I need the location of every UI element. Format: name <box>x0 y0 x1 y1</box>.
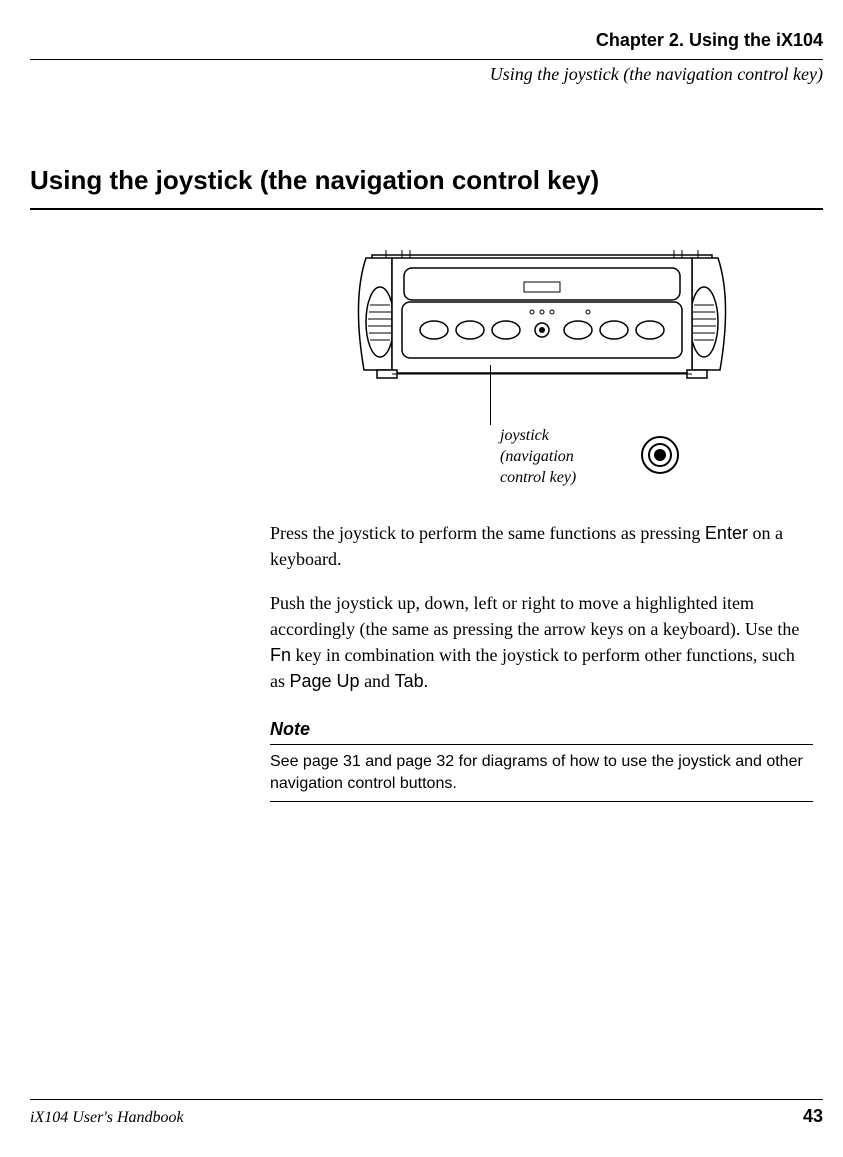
note-rule-top <box>270 744 813 745</box>
key-enter: Enter <box>705 523 748 543</box>
content-area: joystick (navigation control key) Press … <box>270 250 813 802</box>
chapter-title: Chapter 2. Using the iX104 <box>30 30 823 51</box>
page-footer: iX104 User's Handbook 43 <box>30 1099 823 1127</box>
callout-text-line1: joystick <box>500 426 576 447</box>
footer-book-title: iX104 User's Handbook <box>30 1109 184 1127</box>
key-tab: Tab <box>395 671 424 691</box>
note-heading: Note <box>270 719 813 740</box>
note-text: See page 31 and page 32 for diagrams of … <box>270 751 813 796</box>
paragraph-2: Push the joystick up, down, left or righ… <box>270 590 813 694</box>
callout-text-line2: (navigation <box>500 447 576 468</box>
heading-rule <box>30 208 823 210</box>
callout-text-line3: control key) <box>500 468 576 489</box>
text: Push the joystick up, down, left or righ… <box>270 593 799 639</box>
text: and <box>360 671 395 691</box>
device-figure: joystick (navigation control key) <box>270 250 813 520</box>
joystick-icon <box>640 435 680 475</box>
key-fn: Fn <box>270 645 291 665</box>
header-rule <box>30 59 823 60</box>
text: . <box>424 671 429 691</box>
paragraph-1: Press the joystick to perform the same f… <box>270 520 813 572</box>
key-pageup: Page Up <box>290 671 360 691</box>
page-header: Chapter 2. Using the iX104 <box>30 30 823 51</box>
section-subtitle: Using the joystick (the navigation contr… <box>30 64 823 85</box>
footer-page-number: 43 <box>803 1106 823 1127</box>
note-rule-bottom <box>270 801 813 802</box>
callout-leader-line <box>490 365 491 425</box>
device-illustration <box>342 250 742 400</box>
main-heading: Using the joystick (the navigation contr… <box>30 165 823 196</box>
text: Press the joystick to perform the same f… <box>270 523 705 543</box>
callout-label: joystick (navigation control key) <box>500 426 576 488</box>
footer-rule <box>30 1099 823 1100</box>
